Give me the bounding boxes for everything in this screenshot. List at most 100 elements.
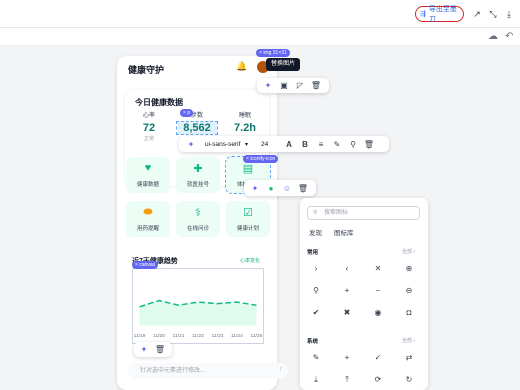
minus-icon[interactable]: −	[370, 283, 386, 299]
wechat-icon[interactable]: ◉	[370, 305, 386, 321]
heart-pulse-icon: ♥	[144, 162, 152, 174]
sparkle-icon[interactable]: ✦	[136, 345, 152, 354]
check-circle-outline-icon[interactable]: ✓	[370, 350, 386, 366]
stat-value: 72	[142, 122, 156, 134]
stat-heart-rate: 心率 72 正常	[129, 110, 169, 142]
bell-icon[interactable]: 🔔	[236, 61, 247, 72]
align-icon[interactable]: ≡	[313, 140, 329, 149]
p-badge: × p	[180, 109, 194, 117]
stat-value: 8,562	[176, 121, 218, 135]
trash-icon[interactable]: 🗑	[295, 184, 311, 193]
trend-link[interactable]: 心率变化	[240, 257, 260, 264]
section-title-system: 系统	[307, 339, 319, 345]
trend-chart: 11/19 11/20 11/21 11/22 11/23 11/24 11/25	[132, 268, 264, 344]
x-tick-label: 11/21	[173, 333, 185, 339]
check-circle-icon[interactable]: ✔	[308, 305, 324, 321]
text-toolbar: ✦ ui-sans-serif ▾ 24 A B ≡ ✎ ⚲ 🗑	[179, 136, 389, 152]
top-toolbar: ⇶ 导出至墨刀 ↗ ⤡ ⤓	[0, 0, 520, 28]
chevron-right-icon[interactable]: ›	[308, 261, 324, 277]
document-icon: ▤	[242, 163, 254, 175]
pen-icon[interactable]: ✎	[329, 140, 345, 149]
prompt-input[interactable]: 针对选中元素进行修改...	[128, 363, 288, 379]
share-icon[interactable]: ↗	[471, 8, 483, 20]
replace-image-icon[interactable]: ▣	[276, 81, 292, 90]
search-icon: ⚲	[313, 210, 318, 216]
badge-label: iconify-icon	[250, 156, 276, 162]
replace-image-tooltip: 替换图片	[266, 58, 301, 71]
section-title-common: 常用	[307, 250, 319, 256]
close-icon[interactable]: ✕	[370, 261, 386, 277]
grid-item-consultation[interactable]: ⚕ 在线问诊	[176, 201, 220, 237]
sub-toolbar	[0, 28, 520, 46]
badge-label: img 31×31	[263, 50, 287, 56]
stat-label: 睡眠	[238, 113, 251, 119]
edit-icon[interactable]: ✎	[308, 350, 324, 366]
download-icon[interactable]: ⤓	[503, 8, 515, 20]
font-family-select[interactable]: ui-sans-serif	[199, 141, 245, 148]
refresh-icon[interactable]: ⟳	[370, 372, 386, 388]
sparkle-icon[interactable]: ✦	[183, 140, 199, 149]
grid-item-health-data[interactable]: ♥ 健康数据	[126, 157, 170, 193]
trash-icon[interactable]: 🗑	[152, 345, 168, 354]
series-area	[139, 300, 257, 326]
grid-item-medication[interactable]: ⬬ 用药提醒	[126, 201, 170, 237]
link-icon[interactable]: ⚲	[345, 140, 361, 149]
send-icon[interactable]: ↑	[279, 366, 283, 373]
img-badge: × img 31×31	[256, 49, 290, 57]
x-tick-label: 11/22	[192, 333, 204, 339]
download-icon[interactable]: ⤓	[308, 372, 324, 388]
crop-icon[interactable]: ◸	[292, 81, 308, 90]
section-more-common[interactable]: 全部 ›	[402, 248, 415, 255]
stat-sub: 正常	[143, 136, 154, 142]
trash-icon[interactable]: 🗑	[308, 81, 324, 90]
plus-icon[interactable]: +	[339, 283, 355, 299]
search-icon[interactable]: ⚲	[308, 283, 324, 299]
grid-item-plan[interactable]: ☑ 健康计划	[226, 201, 270, 237]
stethoscope-icon: ⚕	[195, 207, 201, 219]
chevron-left-icon[interactable]: ‹	[339, 261, 355, 277]
section-more-system[interactable]: 全部 ›	[402, 337, 415, 344]
upload-icon[interactable]: ⤒	[339, 372, 355, 388]
x-tick-label: 11/24	[231, 333, 243, 339]
trash-icon[interactable]: 🗑	[361, 140, 377, 149]
grid-label: 用药提醒	[136, 226, 159, 232]
collapse-icon[interactable]: ⤡	[487, 8, 499, 20]
canvas-toolbar: ✦ 🗑	[134, 342, 172, 357]
tab-icon-library[interactable]: 图标库	[334, 227, 354, 237]
search-placeholder: 搜索图标	[324, 210, 349, 216]
x-tick-label: 11/20	[153, 333, 165, 339]
x-circle-icon[interactable]: ✖	[339, 305, 355, 321]
rotate-icon[interactable]: ↻	[401, 372, 417, 388]
minus-circle-icon[interactable]: ⊖	[401, 283, 417, 299]
sparkle-icon[interactable]: ✦	[260, 81, 276, 90]
pill-icon: ⬬	[143, 206, 153, 218]
export-button[interactable]: ⇶ 导出至墨刀	[415, 6, 464, 23]
chevron-down-icon[interactable]: ▾	[245, 141, 255, 148]
color-dot-icon[interactable]: ●	[263, 184, 279, 193]
icon-toolbar: ✦ ● ☺ 🗑	[244, 180, 316, 196]
grid-label: 就医挂号	[186, 182, 209, 188]
sparkle-icon[interactable]: ✦	[247, 184, 263, 193]
plus-icon[interactable]: +	[339, 350, 355, 366]
grid-item-registration[interactable]: ✚ 就医挂号	[176, 157, 220, 193]
icon-search-input[interactable]: ⚲ 搜索图标	[307, 206, 420, 220]
phone-screen: 健康守护 🔔 今日健康数据 心率 72 正常 步数 8,562 睡眠 7.2h …	[117, 56, 277, 390]
cloud-sync-icon[interactable]: ☁	[488, 31, 498, 42]
x-tick-label: 11/25	[251, 333, 263, 339]
plus-circle-icon[interactable]: ⊕	[401, 261, 417, 277]
tab-discover[interactable]: 发现	[309, 227, 322, 237]
calendar-check-icon: ☑	[243, 207, 253, 219]
smile-icon[interactable]: ☺	[279, 184, 295, 193]
undo-icon[interactable]: ↶	[505, 31, 513, 42]
swap-icon[interactable]: ⇄	[401, 350, 417, 366]
bag-icon[interactable]: ◘	[401, 305, 417, 321]
bold-icon[interactable]: B	[297, 140, 313, 149]
text-color-icon[interactable]: A	[281, 140, 297, 149]
image-toolbar: ✦ ▣ ◸ 🗑	[257, 78, 329, 93]
page-title: 健康守护	[128, 65, 165, 75]
font-size-input[interactable]: 24	[255, 141, 281, 148]
canvas-badge: × canvas	[132, 261, 159, 269]
grid-label: 健康计划	[236, 226, 259, 232]
plus-icon: ✚	[193, 163, 203, 175]
x-tick-label: 11/23	[212, 333, 224, 339]
